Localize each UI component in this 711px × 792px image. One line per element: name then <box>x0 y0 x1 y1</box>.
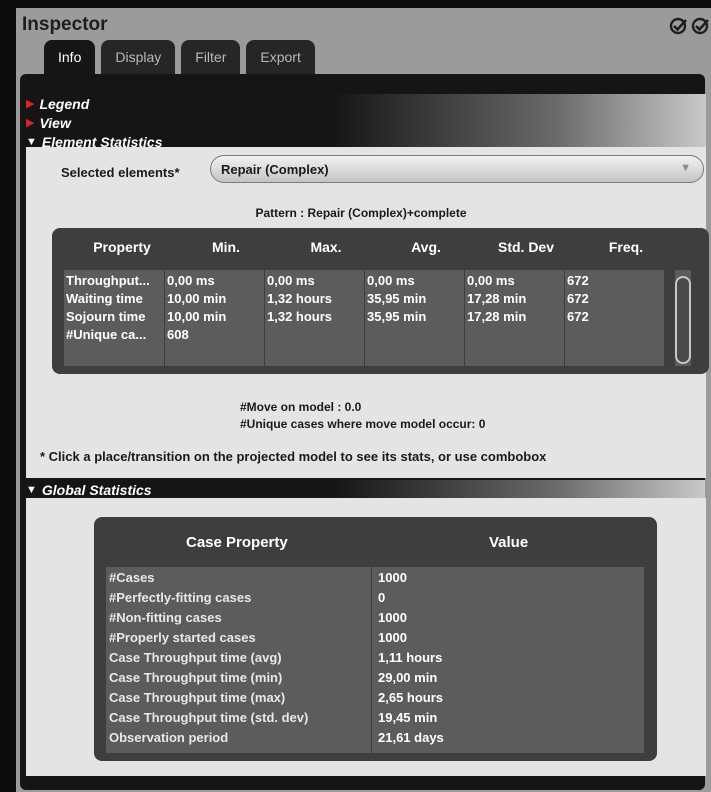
table-cell: 29,00 min <box>378 670 438 685</box>
scrollbar-thumb[interactable] <box>675 276 691 364</box>
section-global-statistics-label: Global Statistics <box>41 481 152 498</box>
tab-bar: Info Display Filter Export <box>44 40 315 74</box>
section-global-statistics[interactable]: ▼ Global Statistics <box>26 480 705 499</box>
table-cell: 0,00 ms <box>167 273 215 288</box>
table-cell: Sojourn time <box>66 309 146 324</box>
expand-arrow-icon: ▶ <box>26 98 35 110</box>
table-cell: #Non-fitting cases <box>109 610 222 625</box>
table-cell: Throughput... <box>66 273 150 288</box>
table-cell: Observation period <box>109 730 229 745</box>
tab-info[interactable]: Info <box>44 40 96 74</box>
table-cell: 672 <box>567 273 589 288</box>
table-cell: #Properly started cases <box>109 630 256 645</box>
column-header: Freq. <box>608 239 644 255</box>
global-statistics-panel: Case Property Value #Cases 1000 #Perfect… <box>26 498 706 776</box>
column-header: Min. <box>212 239 240 255</box>
window-title: Inspector <box>22 14 108 35</box>
table-cell: 1000 <box>378 570 407 585</box>
check-badge-icon[interactable] <box>691 16 711 36</box>
table-cell: 17,28 min <box>467 309 527 324</box>
table-cell: 17,28 min <box>467 291 527 306</box>
table-cell: 19,45 min <box>378 710 438 725</box>
section-view-label: View <box>39 114 71 131</box>
selected-elements-combobox[interactable]: Repair (Complex) ▼ <box>210 155 704 183</box>
table-cell: 10,00 min <box>167 291 227 306</box>
pattern-label: Pattern : Repair (Complex)+complete <box>255 206 467 220</box>
tab-display[interactable]: Display <box>101 40 176 74</box>
element-stats-table: Property Min. Max. Avg. Std. Dev Freq. T… <box>52 228 709 374</box>
table-cell: 1000 <box>378 630 407 645</box>
table-cell: 21,61 days <box>378 730 444 745</box>
collapse-arrow-icon: ▼ <box>26 483 37 496</box>
table-cell: 1,32 hours <box>267 291 333 306</box>
check-badge-icon[interactable] <box>669 16 689 36</box>
table-cell: 35,95 min <box>367 291 427 306</box>
expand-arrow-icon: ▶ <box>26 117 35 129</box>
section-legend[interactable]: ▶ Legend <box>26 94 706 113</box>
section-legend-label: Legend <box>39 95 90 112</box>
selected-elements-label: Selected elements* <box>61 165 180 180</box>
global-stats-rows: #Cases 1000 #Perfectly-fitting cases 0 #… <box>106 567 644 753</box>
tab-filter[interactable]: Filter <box>181 40 241 74</box>
table-cell: Case Throughput time (min) <box>109 670 283 685</box>
table-cell: 0,00 ms <box>367 273 415 288</box>
move-on-model-label: #Move on model : 0.0 <box>240 400 362 414</box>
table-cell: Case Throughput time (avg) <box>109 650 282 665</box>
table-cell: #Unique ca... <box>66 327 147 342</box>
column-header: Avg. <box>411 239 441 255</box>
table-cell: 672 <box>567 291 589 306</box>
table-cell: 1,11 hours <box>378 650 443 665</box>
table-cell: 0,00 ms <box>267 273 315 288</box>
table-cell: 1,32 hours <box>267 309 333 324</box>
column-header: Max. <box>310 239 342 255</box>
global-stats-table: Case Property Value #Cases 1000 #Perfect… <box>94 517 657 761</box>
table-cell: Case Throughput time (std. dev) <box>109 710 309 725</box>
table-cell: 35,95 min <box>367 309 427 324</box>
table-cell: 0,00 ms <box>467 273 515 288</box>
table-cell: Case Throughput time (max) <box>109 690 286 705</box>
column-header: Case Property <box>186 534 288 551</box>
table-cell: 0 <box>378 590 386 605</box>
table-cell: #Perfectly-fitting cases <box>109 590 252 605</box>
section-view[interactable]: ▶ View <box>26 113 706 132</box>
hint-text: * Click a place/transition on the projec… <box>40 449 547 464</box>
column-header: Property <box>93 239 151 255</box>
table-cell: 2,65 hours <box>378 690 444 705</box>
dropdown-arrow-icon[interactable]: ▼ <box>680 162 691 174</box>
element-stats-rows: Throughput... 0,00 ms 0,00 ms 0,00 ms 0,… <box>64 270 664 366</box>
title-icons <box>669 16 711 36</box>
table-cell: 10,00 min <box>167 309 227 324</box>
table-cell: 608 <box>167 327 189 342</box>
table-cell: 1000 <box>378 610 407 625</box>
collapse-arrow-icon: ▼ <box>26 135 37 148</box>
column-header: Std. Dev <box>497 239 554 255</box>
combobox-value: Repair (Complex) <box>221 162 329 177</box>
table-cell: #Cases <box>109 570 155 585</box>
table-cell: Waiting time <box>66 291 143 306</box>
column-header: Value <box>489 534 529 551</box>
tab-export[interactable]: Export <box>246 40 315 74</box>
inspector-window: Inspector Info Display Filter Export ▶ L… <box>16 8 711 792</box>
element-statistics-panel: Selected elements* Repair (Complex) ▼ Pa… <box>26 147 709 478</box>
unique-cases-move-label: #Unique cases where move model occur: 0 <box>240 417 486 431</box>
table-cell: 672 <box>567 309 589 324</box>
